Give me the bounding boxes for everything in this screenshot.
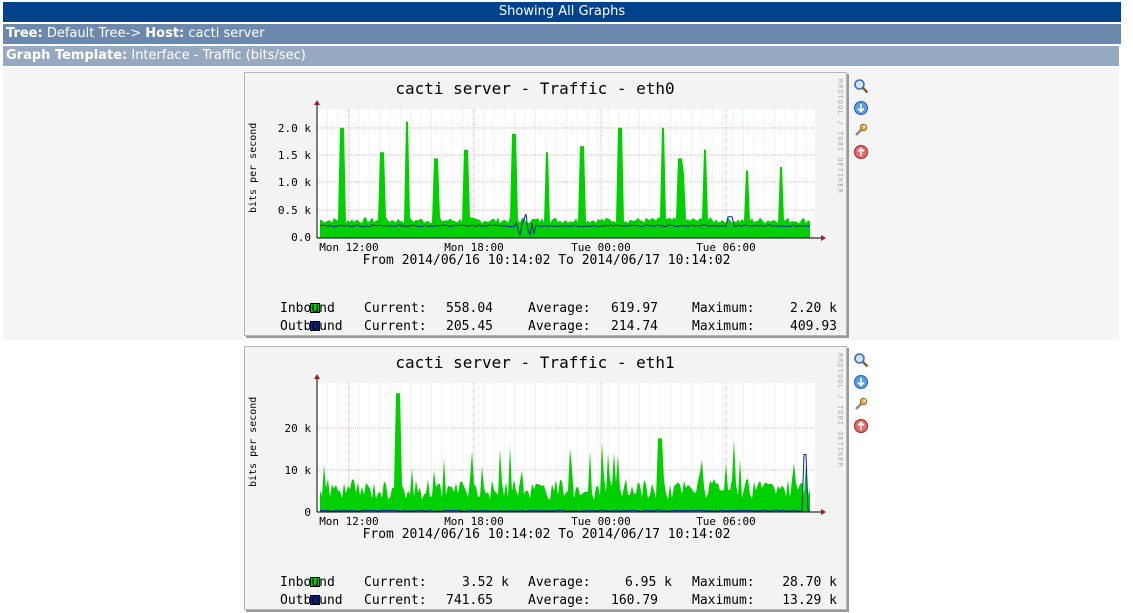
x-tick-label: Tue 06:00 bbox=[696, 241, 756, 253]
legend-name: Outbound bbox=[280, 593, 343, 608]
y-axis-arrow bbox=[314, 100, 320, 105]
average-value: 619.97 bbox=[611, 301, 658, 316]
page-title-bar: Showing All Graphs bbox=[3, 2, 1121, 22]
current-label: Current: bbox=[364, 593, 427, 608]
average-value: 6.95 k bbox=[625, 575, 672, 590]
legend-row-outbound: Outbound Current: 741.65 Average: 160.79 Maxi… bbox=[263, 578, 837, 613]
right-margin bbox=[1123, 0, 1133, 613]
graph-row: cacti server - Traffic - eth1 RRDTOOL / … bbox=[3, 342, 1119, 613]
x-axis-arrow bbox=[821, 509, 826, 515]
current-label: Current: bbox=[364, 575, 427, 590]
average-label: Average: bbox=[528, 301, 591, 316]
graph-template-bar: Graph Template: Interface - Traffic (bit… bbox=[3, 46, 1119, 66]
y-tick-label: 0 bbox=[304, 506, 311, 519]
maximum-value: 13.29 k bbox=[782, 593, 837, 608]
graph-row: cacti server - Traffic - eth0 RRDTOOL / … bbox=[3, 68, 1119, 340]
current-value: 3.52 k bbox=[462, 575, 509, 590]
maximum-label: Maximum: bbox=[692, 575, 755, 590]
maximum-value: 28.70 k bbox=[782, 575, 837, 590]
average-label: Average: bbox=[528, 593, 591, 608]
graph-image[interactable]: cacti server - Traffic - eth1 RRDTOOL / … bbox=[244, 346, 847, 610]
x-tick-label: Mon 18:00 bbox=[444, 241, 504, 253]
y-tick-label: 0.5 k bbox=[278, 204, 311, 217]
current-value: 741.65 bbox=[446, 593, 493, 608]
current-label: Current: bbox=[364, 319, 427, 334]
zoom-icon[interactable] bbox=[853, 352, 869, 368]
y-tick-label: 1.0 k bbox=[278, 176, 311, 189]
x-tick-label: Tue 00:00 bbox=[571, 241, 631, 253]
average-value: 160.79 bbox=[611, 593, 658, 608]
x-tick-label: Tue 00:00 bbox=[571, 515, 631, 527]
zoom-icon[interactable] bbox=[853, 78, 869, 94]
maximum-value: 409.93 bbox=[790, 319, 837, 334]
current-value: 205.45 bbox=[446, 319, 493, 334]
maximum-label: Maximum: bbox=[692, 301, 755, 316]
breadcrumb: Tree: Default Tree-> Host: cacti server bbox=[3, 24, 1121, 44]
average-label: Average: bbox=[528, 319, 591, 334]
maximum-label: Maximum: bbox=[692, 319, 755, 334]
x-tick-label: Mon 18:00 bbox=[444, 515, 504, 527]
time-range: From 2014/06/16 10:14:02 To 2014/06/17 1… bbox=[362, 253, 731, 268]
tree-value[interactable]: Default Tree-> bbox=[47, 26, 141, 41]
average-value: 214.74 bbox=[611, 319, 658, 334]
y-tick-label: 1.5 k bbox=[278, 149, 311, 162]
legend-name: Outbound bbox=[280, 319, 343, 334]
current-label: Current: bbox=[364, 301, 427, 316]
properties-icon[interactable] bbox=[853, 122, 869, 138]
host-label: Host: bbox=[145, 26, 185, 41]
host-value[interactable]: cacti server bbox=[188, 26, 264, 41]
x-tick-label: Mon 12:00 bbox=[319, 241, 379, 253]
template-label: Graph Template: bbox=[6, 48, 128, 63]
y-tick-label: 2.0 k bbox=[278, 122, 311, 135]
template-value: Interface - Traffic (bits/sec) bbox=[131, 48, 306, 63]
traffic-plot: 20 k 10 k 0 Mon 12:00 Mon 18:00 Tue 00:00 Tue … bbox=[285, 374, 826, 527]
y-tick-label: 20 k bbox=[285, 422, 312, 435]
graph-image[interactable]: cacti server - Traffic - eth0 RRDTOOL / … bbox=[244, 72, 847, 336]
time-range: From 2014/06/16 10:14:02 To 2014/06/17 1… bbox=[362, 527, 731, 542]
maximum-label: Maximum: bbox=[692, 593, 755, 608]
x-axis-arrow bbox=[821, 235, 826, 241]
average-label: Average: bbox=[528, 575, 591, 590]
top-icon[interactable] bbox=[853, 418, 869, 434]
x-tick-label: Tue 06:00 bbox=[696, 515, 756, 527]
top-icon[interactable] bbox=[853, 144, 869, 160]
export-icon[interactable] bbox=[853, 100, 869, 116]
y-axis-arrow bbox=[314, 374, 320, 379]
properties-icon[interactable] bbox=[853, 396, 869, 412]
export-icon[interactable] bbox=[853, 374, 869, 390]
traffic-plot: 2.0 k 1.5 k 1.0 k 0.5 k 0.0 Mon 12:00 Mon 18:0… bbox=[278, 100, 826, 253]
y-tick-label: 0.0 bbox=[291, 231, 311, 244]
y-tick-label: 10 k bbox=[285, 464, 312, 477]
maximum-value: 2.20 k bbox=[790, 301, 837, 316]
current-value: 558.04 bbox=[446, 301, 493, 316]
page-title: Showing All Graphs bbox=[498, 4, 626, 19]
x-tick-label: Mon 12:00 bbox=[319, 515, 379, 527]
tree-label: Tree: bbox=[6, 26, 43, 41]
